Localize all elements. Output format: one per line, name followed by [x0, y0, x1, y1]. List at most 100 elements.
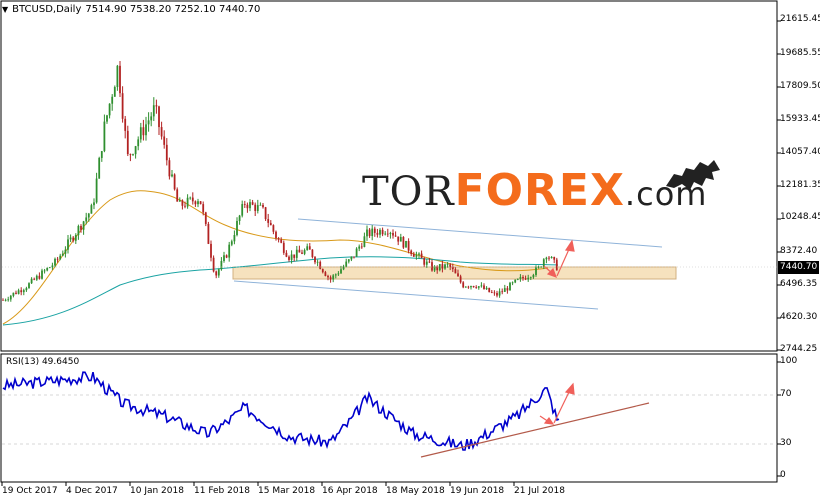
candle-body	[194, 201, 197, 205]
candle-body	[46, 267, 49, 271]
candle-body	[77, 226, 80, 236]
candle-body	[142, 127, 145, 136]
candle-body	[264, 207, 267, 220]
candle-body	[64, 249, 67, 254]
candle-body	[285, 252, 288, 257]
candle-body	[67, 239, 69, 250]
chart-window[interactable]: ▼ BTCUSD,Daily 7514.90 7538.20 7252.10 7…	[0, 0, 820, 503]
candle-body	[184, 205, 186, 207]
candle-body	[496, 292, 498, 296]
candle-body	[462, 282, 465, 288]
candle-body	[25, 288, 28, 291]
price-tick-label: 17809.50	[780, 81, 820, 91]
price-chart[interactable]	[0, 0, 820, 503]
candle-body	[321, 269, 324, 273]
rsi-trendline	[420, 402, 650, 458]
candle-body	[540, 266, 543, 268]
candle-body	[389, 232, 392, 234]
candle-body	[428, 261, 431, 263]
candle-body	[545, 257, 548, 260]
candle-body	[238, 215, 241, 221]
price-tick-label: 14057.40	[780, 147, 820, 157]
candle-body	[522, 277, 524, 279]
time-tick-label: 19 Oct 2017	[2, 486, 58, 496]
candle-body	[532, 274, 535, 278]
candle-body	[441, 264, 444, 269]
candle-body	[550, 256, 553, 258]
price-tick-label: 8372.40	[780, 246, 818, 256]
candle-body	[394, 235, 397, 237]
candle-body	[189, 197, 192, 199]
dropdown-triangle-icon[interactable]: ▼	[2, 5, 8, 14]
price-tick-label: 6496.35	[780, 279, 818, 289]
candle-body	[223, 255, 225, 261]
candle-body	[295, 249, 298, 258]
bull-bear-icon	[666, 160, 720, 190]
candle-body	[358, 246, 361, 249]
candle-body	[72, 237, 75, 241]
candle-body	[454, 269, 457, 274]
rsi-panel-frame	[0, 353, 778, 483]
candle-body	[241, 204, 244, 216]
candle-body	[163, 136, 166, 145]
candle-body	[373, 228, 376, 233]
candle-body	[334, 274, 337, 276]
candle-body	[158, 106, 160, 128]
candle-body	[527, 277, 530, 280]
time-tick-label: 19 Jun 2018	[450, 486, 505, 496]
candle-body	[379, 229, 381, 235]
current-price-tag: 7440.70	[778, 261, 820, 274]
candle-body	[126, 130, 129, 155]
time-tick-label: 15 Mar 2018	[258, 486, 316, 496]
candle-body	[152, 105, 155, 117]
chart-header: ▼ BTCUSD,Daily 7514.90 7538.20 7252.10 7…	[2, 4, 260, 15]
candle-body	[173, 174, 176, 190]
candle-body	[345, 261, 348, 267]
candle-body	[41, 270, 43, 279]
candle-body	[119, 65, 121, 94]
candle-body	[514, 279, 517, 283]
candle-body	[501, 291, 504, 293]
candle-body	[121, 93, 124, 119]
candle-body	[529, 277, 532, 279]
candle-body	[280, 239, 283, 243]
time-tick-label: 16 Apr 2018	[322, 486, 378, 496]
candle-body	[186, 197, 189, 207]
candle-body	[485, 287, 488, 290]
candle-body	[371, 228, 374, 237]
candle-body	[246, 204, 249, 209]
candle-body	[43, 270, 46, 272]
candle-body	[59, 255, 62, 260]
candle-body	[108, 103, 111, 116]
candle-body	[147, 120, 150, 125]
candle-body	[15, 292, 17, 294]
rsi-line	[2, 371, 560, 451]
candle-body	[277, 238, 280, 240]
candle-body	[410, 250, 413, 255]
candle-body	[134, 146, 137, 155]
candle-body	[17, 290, 20, 294]
candle-body	[332, 275, 335, 280]
candle-body	[324, 272, 327, 276]
symbol-label: BTCUSD,Daily	[12, 4, 82, 15]
candle-body	[69, 237, 72, 240]
candle-body	[165, 144, 168, 161]
candle-body	[256, 205, 259, 211]
candle-body	[116, 65, 119, 88]
rsi-tick-label: 30	[780, 438, 792, 448]
candle-body	[74, 235, 77, 241]
candle-body	[267, 219, 270, 223]
candle-body	[340, 269, 342, 274]
price-tick-label: 15933.45	[780, 114, 820, 124]
candle-body	[498, 291, 501, 296]
candle-body	[477, 286, 480, 288]
candle-body	[28, 283, 30, 289]
candle-body	[298, 249, 301, 253]
candle-body	[347, 259, 350, 262]
candle-body	[308, 246, 311, 250]
candle-body	[399, 237, 402, 242]
candle-body	[483, 285, 485, 290]
candle-body	[191, 197, 194, 202]
candle-body	[329, 277, 332, 280]
candle-body	[470, 286, 472, 288]
